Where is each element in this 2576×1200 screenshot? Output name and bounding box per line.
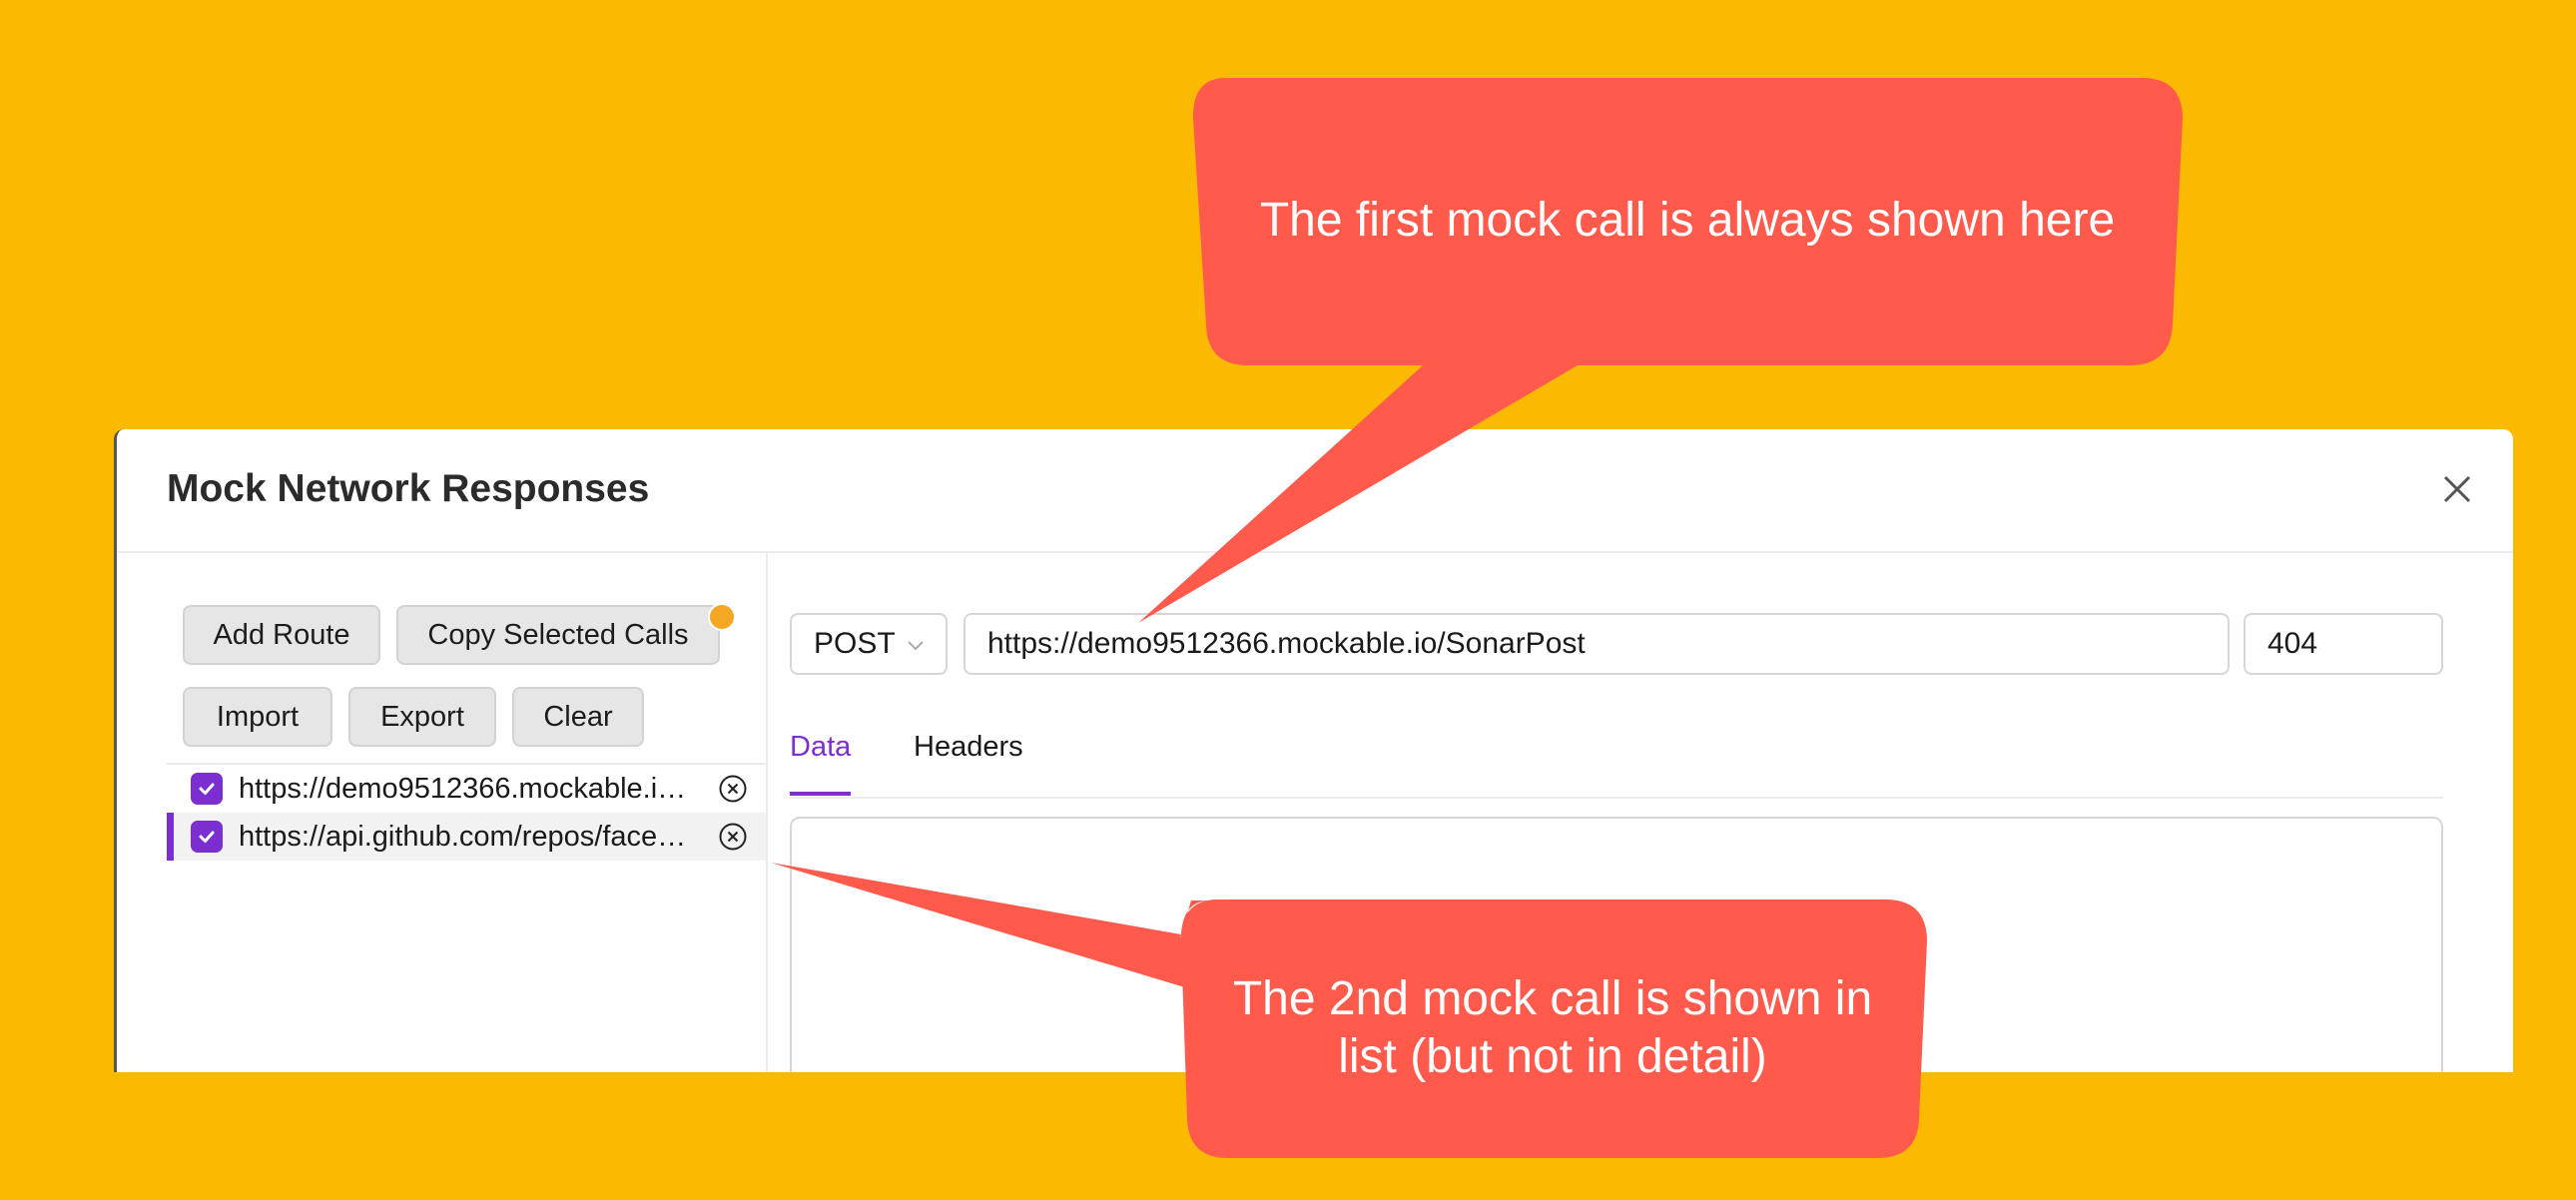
- callout-first-text: The first mock call is always shown here: [1259, 194, 2116, 247]
- screenshot-stage: Mock Network Responses Add Route Copy Se…: [0, 0, 2576, 1200]
- callout-second-text-line1: The 2nd mock call is shown in: [1232, 972, 1873, 1025]
- callout-bubble-top: [1138, 78, 2183, 623]
- callout-second-text-line2: list (but not in detail): [1338, 1030, 1767, 1083]
